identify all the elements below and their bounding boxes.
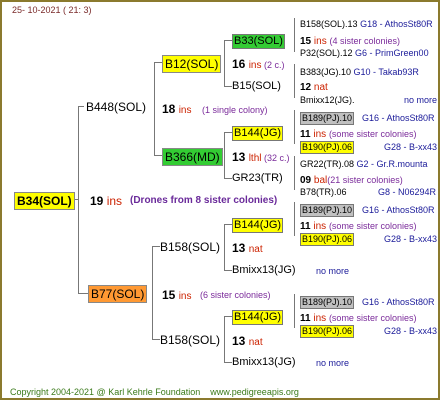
line bbox=[74, 199, 79, 200]
b12-note: (2 c.) bbox=[264, 60, 285, 70]
sire-node[interactable]: B448(SOL) bbox=[86, 99, 146, 115]
sire-branch-line bbox=[154, 62, 155, 155]
ancestor-row: B189(PJ).10 bbox=[300, 204, 355, 217]
b144-1-year: 11 ins (some sister colonies) bbox=[300, 129, 417, 140]
ancestor-group: G28 - B-xx43 bbox=[384, 234, 438, 244]
ancestor-row: B189(PJ).10 bbox=[300, 296, 355, 309]
line bbox=[224, 270, 232, 271]
b366-note: (32 c.) bbox=[264, 153, 290, 163]
root-suffix: ins bbox=[106, 194, 123, 208]
line bbox=[294, 18, 295, 52]
ancestor-row: B158(SOL).13 G18 - AthosSt80R bbox=[300, 19, 433, 29]
pedigree-frame: 25- 10-2021 ( 21: 3) B34(SOL) 19 ins (Dr… bbox=[0, 0, 440, 400]
root-note: (Drones from 8 sister colonies) bbox=[130, 195, 278, 206]
sire-year: 18 ins bbox=[162, 102, 192, 116]
b12-node[interactable]: B12(SOL) bbox=[162, 55, 222, 73]
line bbox=[224, 362, 232, 363]
line bbox=[224, 40, 225, 86]
root-year: 19 ins bbox=[90, 194, 123, 208]
no-more-label: no more bbox=[316, 266, 350, 276]
line bbox=[294, 202, 295, 236]
b144-2-year: 11 ins (some sister colonies) bbox=[300, 221, 417, 232]
sire-note: (1 single colony) bbox=[202, 105, 268, 115]
line bbox=[78, 106, 84, 107]
bmixx13-node-1[interactable]: Bmixx13(JG) bbox=[232, 264, 296, 277]
ancestor-row: B383(JG).10 G10 - Takab93R bbox=[300, 67, 419, 77]
dam-branch-line bbox=[152, 246, 153, 339]
b12-name: B12(SOL) bbox=[165, 57, 219, 71]
dam-name: B77(SOL) bbox=[91, 287, 145, 301]
dam-node[interactable]: B77(SOL) bbox=[88, 285, 148, 303]
line bbox=[224, 40, 232, 41]
line bbox=[224, 316, 232, 317]
ancestor-row: B190(PJ).06 bbox=[300, 141, 355, 154]
line bbox=[224, 132, 232, 133]
b158b-node[interactable]: B158(SOL) bbox=[160, 332, 220, 348]
ancestor-group: G28 - B-xx43 bbox=[384, 326, 438, 336]
b144-node-2[interactable]: B144(JG) bbox=[232, 218, 284, 233]
line bbox=[294, 64, 295, 98]
ancestor-row: B190(PJ).06 bbox=[300, 325, 355, 338]
bmixx13-node-2[interactable]: Bmixx13(JG) bbox=[232, 356, 296, 369]
b15-year: 12 nat bbox=[300, 82, 328, 93]
ancestor-group: G16 - AthosSt80R bbox=[362, 205, 435, 215]
line bbox=[152, 246, 160, 247]
ancestor-row: Bmixx12(JG). bbox=[300, 95, 355, 105]
b144-node-3[interactable]: B144(JG) bbox=[232, 310, 284, 325]
ancestor-row: P32(SOL).12 G6 - PrimGreen00 bbox=[300, 48, 429, 58]
dam-note: (6 sister colonies) bbox=[200, 290, 271, 300]
line bbox=[294, 156, 295, 190]
line bbox=[224, 224, 232, 225]
b144-node-1[interactable]: B144(JG) bbox=[232, 126, 284, 141]
ancestor-row: B190(PJ).06 bbox=[300, 233, 355, 246]
ancestor-row: B189(PJ).10 bbox=[300, 112, 355, 125]
ancestor-row: B78(TR).06 bbox=[300, 187, 347, 197]
line bbox=[224, 132, 225, 178]
gr23-node[interactable]: GR23(TR) bbox=[232, 172, 283, 185]
line bbox=[78, 293, 88, 294]
ancestor-group: G16 - AthosSt80R bbox=[362, 113, 435, 123]
line bbox=[152, 339, 160, 340]
b33-year: 15 ins (4 sister colonies) bbox=[300, 36, 401, 47]
b158b-year: 13 nat bbox=[232, 334, 263, 348]
line bbox=[224, 178, 232, 179]
line bbox=[224, 86, 232, 87]
line bbox=[224, 224, 225, 270]
root-name: B34(SOL) bbox=[17, 194, 72, 208]
b158a-node[interactable]: B158(SOL) bbox=[160, 239, 220, 255]
b33-node[interactable]: B33(SOL) bbox=[232, 34, 285, 49]
ancestor-group: G8 - N06294R bbox=[378, 187, 437, 197]
line bbox=[224, 316, 225, 362]
line bbox=[154, 62, 162, 63]
b366-name: B366(MD) bbox=[165, 150, 220, 164]
b144-3-year: 11 ins (some sister colonies) bbox=[300, 313, 417, 324]
ancestor-group: G28 - B-xx43 bbox=[384, 142, 438, 152]
b158a-year: 13 nat bbox=[232, 241, 263, 255]
b15-node[interactable]: B15(SOL) bbox=[232, 80, 281, 93]
line bbox=[294, 110, 295, 144]
no-more-label: no more bbox=[404, 95, 438, 105]
root-node[interactable]: B34(SOL) bbox=[14, 192, 75, 210]
root-branch-line bbox=[78, 106, 79, 294]
no-more-label: no more bbox=[316, 358, 350, 368]
line bbox=[294, 294, 295, 328]
gr23-year: 09 bal(21 sister colonies) bbox=[300, 175, 403, 186]
dam-year: 15 ins bbox=[162, 288, 192, 302]
b12-year: 16 ins bbox=[232, 57, 262, 71]
b366-node[interactable]: B366(MD) bbox=[162, 148, 223, 166]
b366-year: 13 lthl bbox=[232, 150, 262, 164]
ancestor-row: GR22(TR).08 G2 - Gr.R.mounta bbox=[300, 159, 428, 169]
copyright-text: Copyright 2004-2021 @ Karl Kehrle Founda… bbox=[10, 387, 299, 397]
ancestor-group: G16 - AthosSt80R bbox=[362, 297, 435, 307]
site-link[interactable]: www.pedigreeapis.org bbox=[210, 387, 299, 397]
line bbox=[154, 155, 162, 156]
date-stamp: 25- 10-2021 ( 21: 3) bbox=[12, 5, 92, 15]
